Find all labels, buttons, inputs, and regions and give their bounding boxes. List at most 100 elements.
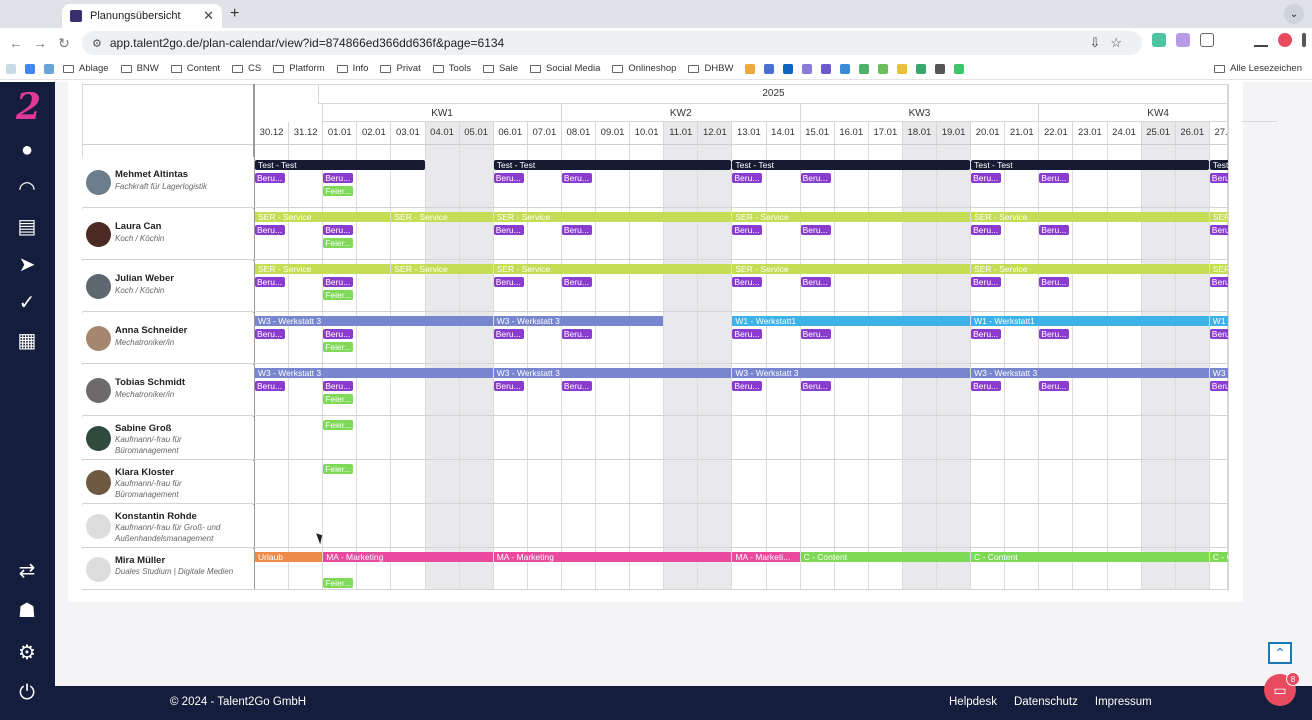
bookmark-folder[interactable]: Content bbox=[170, 63, 220, 74]
bookmark-icon[interactable] bbox=[6, 63, 16, 74]
absence-chip[interactable]: Beru... bbox=[800, 381, 831, 391]
shift-bar[interactable]: SER - Service bbox=[493, 264, 732, 274]
employee-name[interactable]: Laura Can bbox=[115, 221, 161, 232]
shift-bar[interactable]: SER - Service bbox=[255, 264, 391, 274]
bookmark-folder[interactable]: BNW bbox=[120, 63, 159, 74]
reload-icon[interactable]: ↻ bbox=[52, 35, 76, 52]
shift-bar[interactable]: W3 - Werkstatt 3 bbox=[255, 316, 493, 326]
absence-chip[interactable]: Beru... bbox=[561, 225, 592, 235]
employee-cell[interactable]: Laura Can Koch / Köchin bbox=[82, 209, 254, 259]
absence-chip[interactable]: Beru... bbox=[255, 277, 285, 287]
bookmark-folder[interactable]: Info bbox=[336, 63, 368, 74]
absence-chip[interactable]: Beru... bbox=[732, 173, 763, 183]
shift-bar[interactable]: C - Content bbox=[800, 552, 971, 562]
shift-bar[interactable]: C - Content bbox=[971, 552, 1209, 562]
absence-chip[interactable]: Beru... bbox=[561, 329, 592, 339]
absence-chip[interactable]: Beru... bbox=[493, 329, 524, 339]
shift-bar[interactable]: W3 - Werkstatt 3 bbox=[971, 368, 1209, 378]
download-icon[interactable] bbox=[1254, 33, 1268, 47]
employee-name[interactable]: Mira Müller bbox=[115, 555, 165, 566]
shift-bar[interactable]: W3 - Werkstatt 3 bbox=[255, 368, 493, 378]
absence-chip[interactable]: Beru... bbox=[971, 277, 1002, 287]
shift-bar[interactable]: W3 - Werkstatt 3 bbox=[493, 368, 732, 378]
all-bookmarks[interactable]: Alle Lesezeichen bbox=[1214, 63, 1302, 74]
shift-bar[interactable]: W1 - Werkstatt1 bbox=[971, 316, 1209, 326]
employee-name[interactable]: Sabine Groß bbox=[115, 423, 171, 434]
absence-chip[interactable]: Beru... bbox=[800, 329, 831, 339]
bookmark-folder[interactable]: Onlineshop bbox=[612, 63, 676, 74]
absence-chip[interactable]: Beru... bbox=[971, 225, 1002, 235]
shift-bar[interactable]: MA - Marketing bbox=[493, 552, 732, 562]
check-circle-icon[interactable]: ✓ bbox=[14, 289, 40, 315]
chat-button[interactable]: ▭ 8 bbox=[1264, 672, 1300, 706]
bookmark-icon[interactable] bbox=[745, 63, 756, 74]
absence-chip[interactable]: Beru... bbox=[493, 225, 524, 235]
employee-cell[interactable]: Sabine Groß Kaufmann/-frau für Büromanage… bbox=[82, 417, 254, 459]
menu-icon[interactable] bbox=[1302, 33, 1306, 47]
bookmark-folder[interactable]: CS bbox=[232, 63, 261, 74]
absence-chip[interactable]: Beru... bbox=[971, 173, 1002, 183]
shift-bar[interactable]: SER - Service bbox=[971, 212, 1209, 222]
bookmark-icon[interactable] bbox=[44, 63, 54, 74]
absence-chip[interactable]: Feier... bbox=[323, 238, 354, 248]
extension-icon[interactable] bbox=[1152, 33, 1166, 47]
absence-chip[interactable]: Beru... bbox=[732, 381, 763, 391]
shift-bar[interactable]: SER - Service bbox=[732, 264, 971, 274]
absence-chip[interactable]: Beru... bbox=[732, 277, 763, 287]
absence-chip[interactable]: Beru... bbox=[561, 381, 592, 391]
profile-icon[interactable] bbox=[1278, 33, 1292, 47]
absence-chip[interactable]: Beru... bbox=[1039, 277, 1070, 287]
absence-chip[interactable]: Beru... bbox=[1039, 381, 1070, 391]
absence-chip[interactable]: Beru... bbox=[323, 173, 354, 183]
absence-chip[interactable]: Feier... bbox=[323, 420, 354, 430]
bookmark-icon[interactable] bbox=[859, 63, 870, 74]
linkedin-icon[interactable] bbox=[783, 63, 794, 74]
employee-cell[interactable]: Anna Schneider Mechatroniker/in bbox=[82, 313, 254, 363]
employee-cell[interactable]: Julian Weber Koch / Köchin bbox=[82, 261, 254, 311]
employee-cell[interactable]: Konstantin Rohde Kaufmann/-frau für Groß-… bbox=[82, 505, 254, 547]
logout-icon[interactable]: ⏻ bbox=[14, 680, 40, 706]
bookmark-folder[interactable]: Platform bbox=[273, 63, 325, 74]
user-icon[interactable]: ● bbox=[14, 137, 40, 163]
absence-chip[interactable]: Feier... bbox=[323, 290, 354, 300]
calendar-icon[interactable]: ▦ bbox=[14, 327, 40, 353]
shift-bar[interactable]: Test - Test bbox=[971, 160, 1209, 170]
shift-bar[interactable]: SER - Service bbox=[971, 264, 1209, 274]
shift-bar[interactable]: SER - Service bbox=[255, 212, 391, 222]
extension-icon[interactable] bbox=[1176, 33, 1190, 47]
bookmark-folder[interactable]: Ablage bbox=[63, 63, 109, 74]
absence-chip[interactable]: Beru... bbox=[255, 329, 285, 339]
absence-chip[interactable]: Beru... bbox=[323, 277, 354, 287]
shift-bar[interactable]: Test - Test bbox=[255, 160, 425, 170]
dashboard-icon[interactable]: ◠ bbox=[14, 175, 40, 201]
forward-icon[interactable]: → bbox=[28, 35, 52, 51]
employee-name[interactable]: Klara Kloster bbox=[115, 467, 174, 478]
absence-chip[interactable]: Beru... bbox=[732, 225, 763, 235]
shift-bar[interactable]: MA - Marketing bbox=[323, 552, 493, 562]
absence-chip[interactable]: Beru... bbox=[971, 381, 1002, 391]
footer-link-helpdesk[interactable]: Helpdesk bbox=[949, 696, 997, 708]
employee-cell[interactable]: Klara Kloster Kaufmann/-frau für Büromana… bbox=[82, 461, 254, 503]
shift-bar[interactable]: SER - Service bbox=[391, 212, 493, 222]
bookmark-folder[interactable]: DHBW bbox=[688, 63, 733, 74]
absence-chip[interactable]: Beru... bbox=[493, 277, 524, 287]
close-tab-icon[interactable]: ✕ bbox=[203, 8, 214, 24]
shift-bar[interactable]: Test - Test bbox=[732, 160, 971, 170]
gear-icon[interactable]: ⚙ bbox=[14, 639, 40, 665]
absence-chip[interactable]: Feier... bbox=[323, 578, 354, 588]
footer-link-impressum[interactable]: Impressum bbox=[1095, 696, 1152, 708]
absence-chip[interactable]: Beru... bbox=[323, 381, 354, 391]
absence-chip[interactable]: Feier... bbox=[323, 342, 354, 352]
absence-chip[interactable]: Beru... bbox=[323, 225, 354, 235]
send-icon[interactable]: ➤ bbox=[14, 251, 40, 277]
sync-icon[interactable]: ⇄ bbox=[14, 557, 40, 583]
employee-name[interactable]: Anna Schneider bbox=[115, 325, 187, 336]
bookmark-icon[interactable] bbox=[878, 63, 889, 74]
absence-chip[interactable]: Beru... bbox=[1039, 329, 1070, 339]
bookmark-icon[interactable] bbox=[821, 63, 832, 74]
bookmark-folder[interactable]: Sale bbox=[482, 63, 518, 74]
employee-name[interactable]: Julian Weber bbox=[115, 273, 174, 284]
bookmark-star-icon[interactable]: ⇩☆ bbox=[1089, 35, 1132, 51]
bookmark-icon[interactable] bbox=[897, 63, 908, 74]
shift-bar[interactable]: W1 - Werkstatt1 bbox=[732, 316, 971, 326]
